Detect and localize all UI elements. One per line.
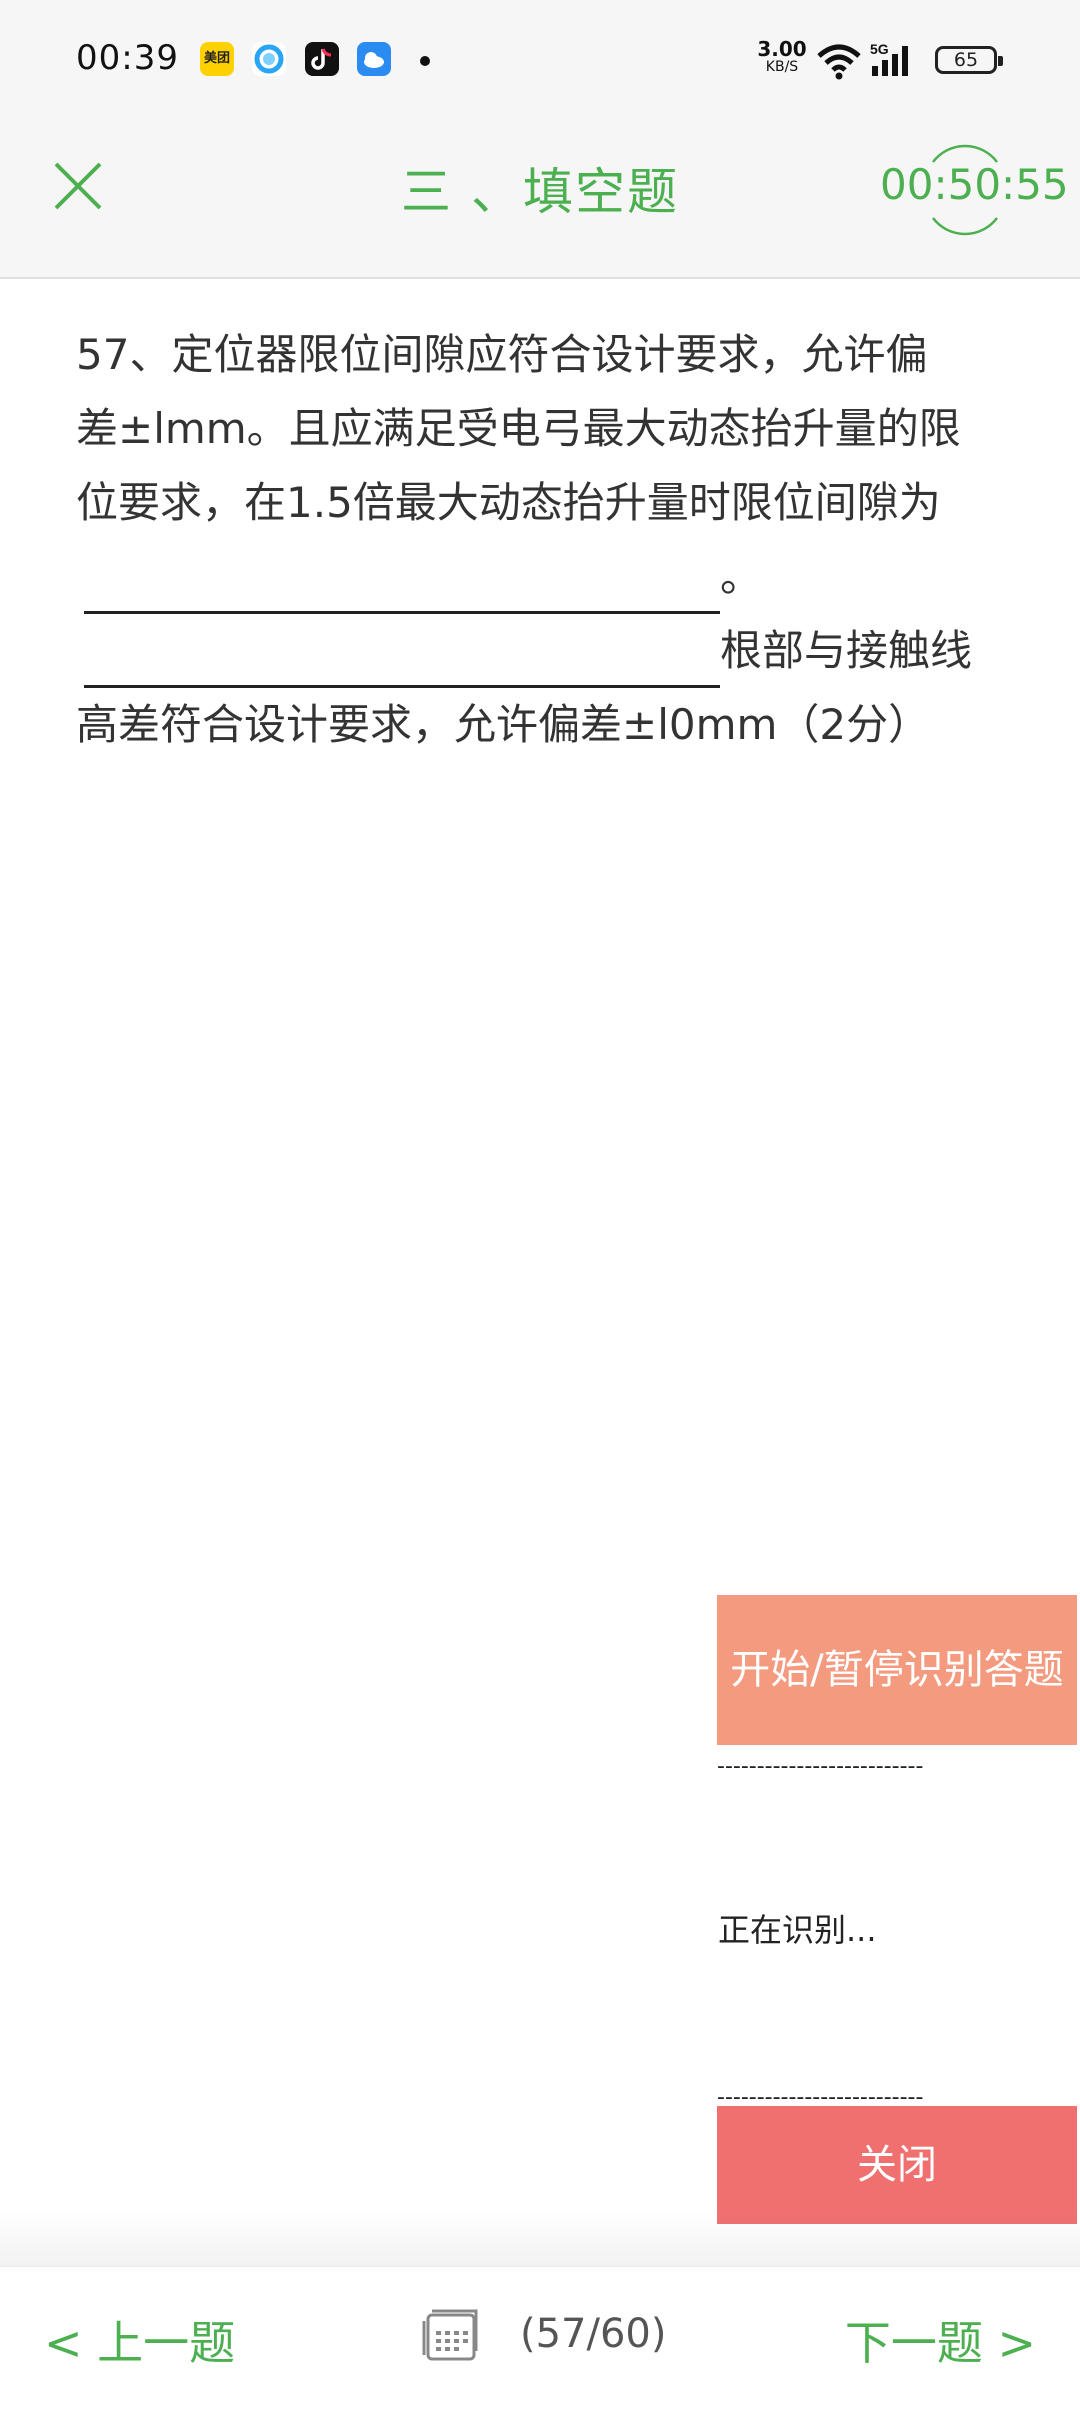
signal-5g-icon: 5G — [870, 40, 920, 84]
network-speed: 3.00 KB/S — [752, 37, 812, 76]
meituan-icon: 美团 — [200, 42, 234, 76]
answer-blank-2[interactable] — [84, 635, 720, 688]
answer-blank-1[interactable] — [84, 561, 720, 614]
tiktok-icon — [305, 42, 339, 76]
status-bar: 00:39 美团 3.00 KB/S 5G 65 — [0, 0, 1080, 120]
question-line: 位要求，在1.5倍最大动态抬升量时限位间隙为 — [76, 478, 941, 527]
next-question-button[interactable]: 下一题 > — [845, 2307, 1036, 2373]
start-pause-recognition-button[interactable]: 开始/暂停识别答题 — [717, 1595, 1077, 1745]
notification-dot-icon — [420, 56, 430, 66]
battery-icon: 65 — [935, 46, 1003, 74]
question-line: 差±lmm。且应满足受电弓最大动态抬升量的限 — [76, 404, 961, 453]
weather-icon — [357, 42, 391, 76]
question-line-blank-2: 根部与接触线 — [76, 614, 1006, 688]
network-speed-value: 3.00 — [757, 37, 807, 61]
network-type-label: 5G — [870, 41, 889, 57]
question-text: 57、定位器限位间隙应符合设计要求，允许偏 差±lmm。且应满足受电弓最大动态抬… — [76, 318, 1006, 762]
question-progress: (57/60) — [520, 2311, 667, 2357]
status-time: 00:39 — [76, 38, 179, 78]
close-panel-button[interactable]: 关闭 — [717, 2106, 1077, 2224]
question-line: 高差符合设计要求，允许偏差±l0mm（2分） — [76, 700, 931, 749]
prev-question-button[interactable]: < 上一题 — [44, 2307, 235, 2373]
question-line-blank-1: 。 — [76, 540, 1006, 614]
question-grid-icon[interactable] — [418, 2303, 482, 2371]
bottom-shadow — [0, 2210, 1080, 2266]
countdown-timer: 00:50:55 — [880, 160, 1069, 209]
blank-suffix: 根部与接触线 — [720, 626, 973, 675]
question-line: 57、定位器限位间隙应符合设计要求，允许偏 — [76, 330, 928, 379]
wifi-icon — [816, 42, 862, 86]
exam-page: 00:39 美团 3.00 KB/S 5G 65 三 、填空题 00:50:55… — [0, 0, 1080, 2412]
browser-icon — [252, 42, 286, 76]
panel-divider: -------------------------- — [717, 1754, 924, 1779]
recognition-status: 正在识别... — [718, 1911, 877, 1949]
exam-header: 三 、填空题 00:50:55 — [0, 120, 1080, 279]
bottom-nav: < 上一题 (57/60) 下一题 > — [0, 2266, 1080, 2412]
blank-suffix: 。 — [720, 552, 763, 601]
